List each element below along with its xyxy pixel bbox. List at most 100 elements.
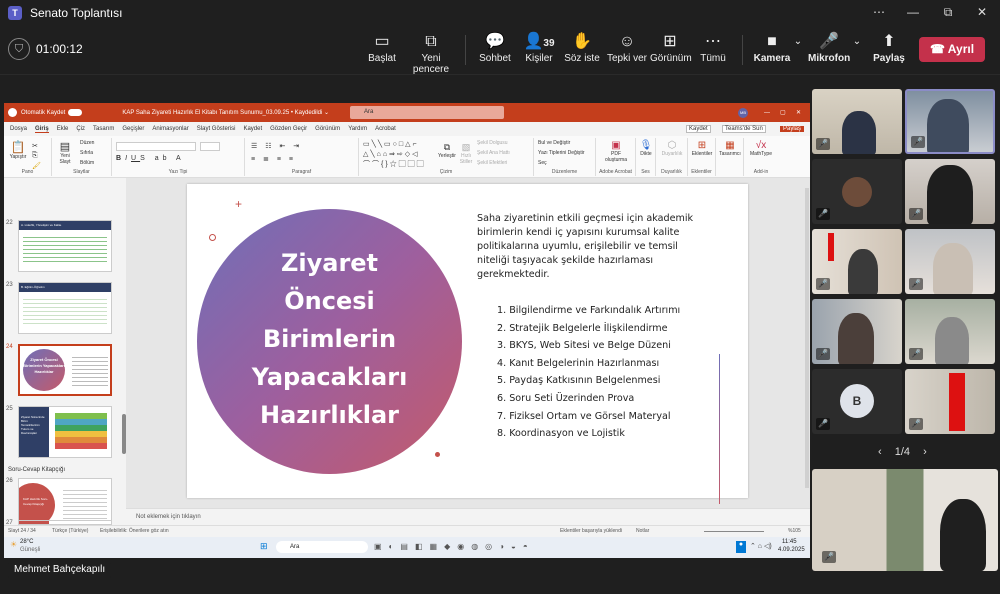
participant-tile[interactable]: 🎤 bbox=[812, 299, 902, 364]
weather-temp[interactable]: 28°C bbox=[20, 539, 33, 545]
tab-insert[interactable]: Ekle bbox=[57, 126, 69, 132]
copy-icon[interactable]: ⎘ bbox=[32, 152, 38, 160]
replace-fonts-button[interactable]: Yazı Tiplerini Değiştir bbox=[538, 150, 585, 156]
slide-thumbnail[interactable]: A. Liderlik, Yönetişim ve Kalite bbox=[18, 220, 112, 272]
tab-file[interactable]: Dosya bbox=[10, 126, 27, 132]
dictate-button[interactable]: 🎙 Dikte bbox=[639, 140, 653, 157]
windows-start-icon[interactable]: ⊞ bbox=[260, 541, 268, 552]
mic-tray-icon[interactable]: ● bbox=[736, 541, 746, 553]
designer-button[interactable]: ▦ Tasarımcı bbox=[718, 140, 742, 157]
more-options-icon[interactable]: ⋯ bbox=[862, 0, 896, 25]
participant-tile[interactable]: 🎤 bbox=[905, 159, 995, 224]
zoom-slider[interactable] bbox=[704, 531, 764, 532]
list-buttons[interactable]: ☰ ☷ ⇤ ⇥ bbox=[251, 142, 302, 150]
shape-fill-button[interactable]: Şekil Dolgusu bbox=[477, 140, 508, 146]
close-window-button[interactable]: ✕ bbox=[965, 0, 999, 25]
people-button[interactable]: 👤39 Kişiler bbox=[522, 31, 556, 71]
participant-tile[interactable]: B 🎤 bbox=[812, 369, 902, 434]
share-pp-button[interactable]: Paylaş bbox=[780, 126, 805, 132]
camera-options-button[interactable]: ⌄ bbox=[793, 31, 803, 71]
new-window-button[interactable]: ⧉ Yeni pencere bbox=[405, 31, 457, 75]
find-button[interactable]: Bul ve Değiştir bbox=[538, 140, 570, 146]
present-in-teams-button[interactable]: Teams'de Sun bbox=[722, 125, 766, 133]
mic-options-button[interactable]: ⌄ bbox=[852, 31, 862, 71]
zoom-level[interactable]: %105 bbox=[788, 528, 801, 534]
section-label[interactable]: Soru-Cevap Kitapçığı bbox=[8, 467, 65, 473]
tray-icons[interactable]: ⌃ ⌂ ◁) bbox=[750, 542, 772, 550]
slide-thumbnail-selected[interactable]: Ziyaret Öncesi Birimlerin Yapacakları Ha… bbox=[18, 344, 112, 396]
record-button[interactable]: Kaydet bbox=[686, 125, 711, 133]
tab-home[interactable]: Giriş bbox=[35, 126, 49, 133]
raise-hand-button[interactable]: ✋ Söz iste bbox=[564, 31, 600, 71]
create-pdf-button[interactable]: ▣ PDF oluşturma bbox=[602, 140, 630, 163]
font-style-buttons[interactable]: BIUS ab A bbox=[116, 155, 185, 162]
previous-page-button[interactable]: ‹ bbox=[878, 446, 882, 458]
tab-slideshow[interactable]: Slayt Gösterisi bbox=[197, 126, 236, 132]
participant-tile[interactable]: 🎤 bbox=[905, 369, 995, 434]
shield-icon[interactable]: ⛉ bbox=[8, 38, 30, 60]
search-input[interactable]: Ara bbox=[350, 106, 504, 119]
language-indicator[interactable]: Türkçe (Türkiye) bbox=[52, 528, 88, 534]
notes-button[interactable]: Notlar bbox=[636, 528, 649, 534]
sensitivity-button[interactable]: ⬡ Duyarlılık bbox=[658, 140, 686, 157]
participant-tile-active[interactable]: 🎤 bbox=[905, 89, 995, 154]
notes-input[interactable]: Not eklemek için tıklayın bbox=[126, 508, 810, 525]
reset-button[interactable]: Sıfırla bbox=[80, 150, 93, 156]
leave-button[interactable]: ☎ Ayrıl bbox=[919, 37, 985, 62]
tab-view[interactable]: Görünüm bbox=[315, 126, 340, 132]
slide-thumbnail[interactable]: B. Eğitim-Öğretim bbox=[18, 282, 112, 334]
select-button[interactable]: Seç bbox=[538, 160, 547, 166]
taskbar-apps[interactable]: ▣◐▤◧▦◆◉◍◎◑◒◓ bbox=[374, 542, 535, 551]
more-actions-button[interactable]: ⋯ Tümü bbox=[698, 31, 728, 71]
taskbar-search[interactable]: Ara bbox=[276, 541, 368, 553]
font-name-dropdown[interactable] bbox=[116, 142, 196, 151]
minimize-icon[interactable]: — bbox=[764, 110, 770, 116]
close-icon[interactable]: ✕ bbox=[796, 109, 801, 116]
mic-button[interactable]: 🎤 Mikrofon bbox=[808, 31, 850, 71]
participant-tile[interactable]: 🎤 bbox=[812, 229, 902, 294]
participant-tile[interactable]: 🎤 bbox=[905, 229, 995, 294]
tab-design[interactable]: Tasarım bbox=[93, 126, 114, 132]
react-button[interactable]: ☺ Tepki ver bbox=[607, 31, 647, 71]
addins-button[interactable]: ⊞ Eklentiler bbox=[690, 140, 714, 157]
layout-button[interactable]: Düzen bbox=[80, 140, 94, 146]
cut-icon[interactable]: ✂ bbox=[32, 142, 38, 150]
start-share-button[interactable]: ▭ Başlat bbox=[365, 31, 399, 71]
next-page-button[interactable]: › bbox=[923, 446, 927, 458]
view-button[interactable]: ⊞ Görünüm bbox=[650, 31, 692, 71]
self-video-tile[interactable]: 🎤 bbox=[812, 469, 998, 571]
participant-tile[interactable]: 🎤 bbox=[905, 299, 995, 364]
paste-button[interactable]: 📋 Yapıştır bbox=[8, 140, 28, 160]
restore-icon[interactable]: ▢ bbox=[780, 109, 786, 116]
current-slide[interactable]: + Ziyaret Öncesi Birimlerin Yapacakları … bbox=[187, 184, 748, 504]
tab-animations[interactable]: Animasyonlar bbox=[152, 126, 188, 132]
new-slide-button[interactable]: ▤ Yeni Slayt bbox=[56, 140, 74, 165]
tab-review[interactable]: Gözden Geçir bbox=[270, 126, 307, 132]
participant-tile[interactable]: 🎤 bbox=[812, 159, 902, 224]
shape-outline-button[interactable]: Şekil Ana Hattı bbox=[477, 150, 510, 156]
accessibility-indicator[interactable]: Erişilebilirlik: Önerilere göz atın bbox=[100, 528, 169, 534]
shapes-gallery[interactable]: ▭╲╲▭○□△⌐ △╲⌂⌂⇒⇨◇◁ ⌒⌒{}☆▢▢▢ bbox=[363, 140, 426, 170]
tab-acrobat[interactable]: Acrobat bbox=[375, 126, 396, 132]
maximize-button[interactable]: ⧉ bbox=[931, 0, 965, 25]
chat-button[interactable]: 💬 Sohbet bbox=[478, 31, 512, 71]
arrange-button[interactable]: ⧉ Yerleştir bbox=[437, 142, 457, 159]
shape-effects-button[interactable]: Şekil Efektleri bbox=[477, 160, 507, 166]
minimize-button[interactable]: — bbox=[896, 0, 930, 25]
file-name[interactable]: KAP Saha Ziyareti Hazırlık El Kitabı Tan… bbox=[122, 109, 329, 116]
quick-styles-button[interactable]: ▧ Hızlı Stiller bbox=[459, 142, 473, 165]
edit-scrollbar[interactable] bbox=[805, 188, 809, 488]
tab-help[interactable]: Yardım bbox=[348, 126, 367, 132]
participant-tile[interactable]: 🎤 bbox=[812, 89, 902, 154]
align-buttons[interactable]: ≡ ≣ ≡ ≡ bbox=[251, 155, 296, 163]
font-size-dropdown[interactable] bbox=[200, 142, 220, 151]
camera-button[interactable]: ■ Kamera bbox=[752, 31, 792, 71]
mathtype-button[interactable]: √x MathType bbox=[748, 140, 774, 157]
section-button[interactable]: Bölüm bbox=[80, 160, 94, 166]
tab-record[interactable]: Kaydet bbox=[243, 126, 262, 132]
user-avatar[interactable]: MB bbox=[738, 107, 748, 118]
tab-draw[interactable]: Çiz bbox=[76, 126, 85, 132]
slide-thumbnail[interactable]: Ziyaret Sürecinde Birim Temsilcilerinin … bbox=[18, 406, 112, 458]
autosave-toggle[interactable] bbox=[68, 109, 83, 116]
share-button[interactable]: ⬆ Paylaş bbox=[872, 31, 906, 71]
